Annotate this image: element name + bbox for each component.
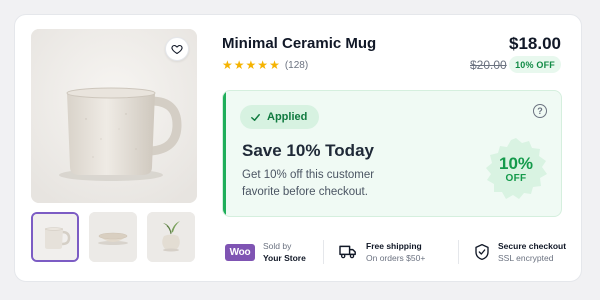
trust-shipping-title: Free shipping [366, 241, 422, 251]
trust-seller-name: Your Store [263, 253, 306, 263]
original-price: $20.00 [470, 58, 507, 72]
rating: ★ ★ ★ ★ ★ (128) [222, 58, 308, 72]
star-rating: ★ ★ ★ ★ ★ [222, 59, 280, 71]
badge-value: 10% [498, 154, 534, 173]
thumbnail-mug[interactable] [31, 212, 79, 262]
shield-check-icon [475, 244, 489, 261]
promo-accent-bar [223, 91, 226, 216]
star-icon: ★ [245, 58, 257, 72]
badge-off-label: OFF [505, 173, 527, 184]
help-icon[interactable]: ? [533, 104, 547, 118]
trust-seller-label: Sold by [263, 241, 292, 251]
applied-label: Applied [267, 111, 308, 123]
thumbnail-vase[interactable] [147, 212, 195, 262]
check-icon [251, 113, 260, 121]
product-price: $18.00 [509, 34, 561, 53]
trust-item-shipping: Free shipping On orders $50+ [338, 238, 425, 266]
star-icon: ★ [233, 58, 245, 72]
thumbnail-bowl[interactable] [89, 212, 137, 262]
heart-icon [171, 44, 183, 55]
divider [323, 240, 324, 264]
trust-shipping-detail: On orders $50+ [366, 253, 426, 263]
trust-row: Woo Sold by Your Store Free shipping On … [222, 238, 567, 266]
star-icon: ★ [269, 58, 280, 72]
product-card: Minimal Ceramic Mug $18.00 ★ ★ ★ ★ ★ (12… [14, 14, 582, 282]
star-icon: ★ [222, 58, 233, 72]
trust-security-detail: SSL encrypted [498, 253, 554, 263]
star-icon: ★ [257, 58, 269, 72]
review-count[interactable]: (128) [285, 60, 308, 71]
promo-title: Save 10% Today [242, 141, 374, 160]
discount-badge: 10% OFF [509, 56, 561, 73]
divider [458, 240, 459, 264]
woo-logo: Woo [225, 243, 255, 261]
applied-status-chip: Applied [240, 105, 320, 129]
truck-icon [339, 245, 356, 259]
promo-box: Applied ? Save 10% Today Get 10% off thi… [222, 90, 562, 217]
trust-item-seller: Woo Sold by Your Store [225, 238, 306, 266]
discount-seal: 10% OFF [482, 136, 550, 204]
trust-item-security: Secure checkout SSL encrypted [474, 238, 566, 266]
promo-description: Get 10% off this customer favorite befor… [242, 169, 375, 198]
trust-security-title: Secure checkout [498, 241, 567, 251]
thumbnail-strip [31, 212, 197, 262]
favorite-button[interactable] [165, 37, 189, 61]
product-title: Minimal Ceramic Mug [222, 35, 377, 52]
